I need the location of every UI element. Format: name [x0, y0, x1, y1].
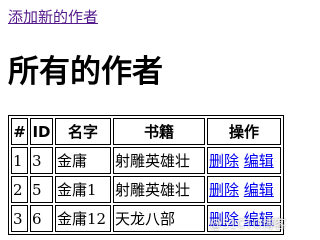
header-name: 名字	[55, 118, 111, 145]
cell-index: 2	[11, 176, 28, 203]
table-header-row: # ID 名字 书籍 操作	[11, 118, 281, 145]
cell-book: 天龙八部	[113, 205, 205, 232]
add-author-link[interactable]: 添加新的作者	[8, 8, 98, 26]
edit-link[interactable]: 编辑	[244, 152, 274, 170]
delete-link[interactable]: 删除	[209, 152, 239, 170]
cell-index: 1	[11, 147, 28, 174]
cell-name: 金庸1	[55, 176, 111, 203]
page: 添加新的作者 所有的作者 # ID 名字 书籍 操作 1 3 金庸 射雕英雄壮 …	[0, 0, 292, 236]
cell-id: 6	[30, 205, 53, 232]
page-title: 所有的作者	[8, 54, 163, 90]
header-index: #	[11, 118, 28, 145]
table-row: 1 3 金庸 射雕英雄壮 删除 编辑	[11, 147, 281, 174]
cell-actions: 删除 编辑	[207, 176, 281, 203]
cell-id: 3	[30, 147, 53, 174]
watermark: @51CTO博客	[209, 217, 286, 231]
cell-id: 5	[30, 176, 53, 203]
table-row: 2 5 金庸1 射雕英雄壮 删除 编辑	[11, 176, 281, 203]
edit-link[interactable]: 编辑	[244, 181, 274, 199]
cell-actions: 删除 编辑	[207, 147, 281, 174]
cell-book: 射雕英雄壮	[113, 176, 205, 203]
cell-name: 金庸	[55, 147, 111, 174]
cell-book: 射雕英雄壮	[113, 147, 205, 174]
header-actions: 操作	[207, 118, 281, 145]
cell-name: 金庸12	[55, 205, 111, 232]
header-book: 书籍	[113, 118, 205, 145]
delete-link[interactable]: 删除	[209, 181, 239, 199]
header-id: ID	[30, 118, 53, 145]
cell-index: 3	[11, 205, 28, 232]
